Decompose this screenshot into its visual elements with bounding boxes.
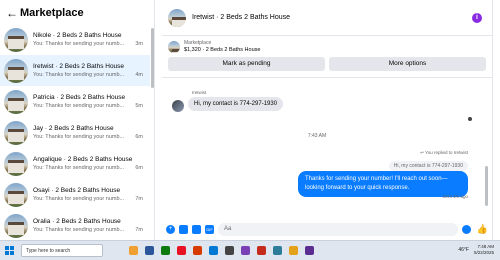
conversation-sidebar: ← Marketplace Nikole · 2 Beds 2 Baths Ho…	[0, 0, 155, 240]
conversation-item[interactable]: Angalique · 2 Beds 2 Baths House You: Th…	[0, 148, 150, 179]
windows-start-icon[interactable]	[5, 246, 14, 255]
conversation-name: Jay · 2 Beds 2 Baths House	[33, 125, 114, 132]
conversation-name: Osayi · 2 Beds 2 Baths House	[33, 187, 121, 194]
incoming-message[interactable]: Hi, my contact is 774-297-1930	[188, 97, 284, 111]
taskbar-app-icon[interactable]	[257, 246, 266, 255]
taskbar-app-icon[interactable]	[241, 246, 250, 255]
conversation-time: 6m	[135, 165, 143, 171]
more-options-button[interactable]: More options	[329, 57, 486, 71]
taskbar-app-icon[interactable]	[289, 246, 298, 255]
reply-label: ↩ You replied to Iretwist	[420, 150, 468, 156]
conversation-time: 4m	[135, 72, 143, 78]
listing-actions: Mark as pending More options	[162, 57, 492, 71]
mark-pending-button[interactable]: Mark as pending	[168, 57, 325, 71]
emoji-icon[interactable]	[461, 224, 471, 234]
message-thread: Iretwist Hi, my contact is 774-297-1930 …	[162, 78, 492, 228]
conversation-item[interactable]: Osayi · 2 Beds 2 Baths House You: Thanks…	[0, 179, 150, 210]
time-separator: 7:43 AM	[307, 133, 327, 139]
conversation-name: Nikole · 2 Beds 2 Baths House	[33, 32, 122, 39]
plus-icon[interactable]: +	[166, 224, 175, 234]
conversation-time: 6m	[135, 134, 143, 140]
listing-price: $1,320 · 2 Beds 2 Baths House	[184, 47, 261, 53]
sticker-icon[interactable]	[192, 224, 201, 234]
listing-category: Marketplace	[184, 40, 212, 46]
taskbar-search[interactable]: Type here to search	[21, 244, 103, 257]
taskbar-app-icon[interactable]	[129, 246, 138, 255]
clock-date: 5/22/2025	[473, 250, 494, 255]
thread-scrollbar[interactable]	[485, 166, 488, 206]
conversation-time: 3m	[135, 41, 143, 47]
sender-avatar[interactable]	[172, 100, 184, 112]
taskbar: Type here to search 46°F 7:48 AM 5/22/20…	[0, 240, 500, 260]
conversation-item[interactable]: Patricia · 2 Beds 2 Baths House You: Tha…	[0, 86, 150, 117]
conversation-preview: You: Thanks for sending your numb...	[33, 165, 125, 171]
conversation-preview: You: Thanks for sending your numb...	[33, 103, 125, 109]
avatar	[4, 213, 28, 238]
conversation-name: Angalique · 2 Beds 2 Baths House	[33, 156, 133, 163]
chat-header: Iretwist · 2 Beds 2 Baths House i	[162, 0, 492, 36]
clock[interactable]: 7:48 AM 5/22/2025	[474, 244, 494, 256]
thumbs-up-icon[interactable]: 👍	[477, 224, 488, 235]
taskbar-app-icon[interactable]	[305, 246, 314, 255]
conversation-preview: You: Thanks for sending your numb...	[33, 72, 125, 78]
sidebar-title: Marketplace	[20, 7, 84, 19]
sent-status: Sent 4m ago	[442, 194, 468, 199]
avatar	[4, 120, 28, 145]
messenger-app: ← Marketplace Nikole · 2 Beds 2 Baths Ho…	[0, 0, 500, 240]
conversation-name: Patricia · 2 Beds 2 Baths House	[33, 94, 126, 101]
taskbar-apps	[129, 246, 314, 255]
conversation-name: Iretwist · 2 Beds 2 Baths House	[33, 63, 125, 70]
sidebar-scrollbar[interactable]	[151, 28, 154, 88]
conversation-item-active[interactable]: Iretwist · 2 Beds 2 Baths House You: Tha…	[0, 55, 150, 86]
avatar	[4, 89, 28, 114]
avatar	[4, 182, 28, 207]
chat-avatar[interactable]	[168, 8, 186, 27]
system-tray: 46°F 7:48 AM 5/22/2025	[458, 244, 494, 256]
conversation-time: 7m	[135, 227, 143, 233]
avatar	[4, 58, 28, 83]
conversation-time: 7m	[135, 196, 143, 202]
conversation-time: 5m	[135, 103, 143, 109]
conversation-list: Nikole · 2 Beds 2 Baths House You: Thank…	[0, 24, 150, 241]
message-composer: + GIF Aa 👍	[162, 218, 492, 240]
taskbar-app-icon[interactable]	[209, 246, 218, 255]
avatar	[4, 27, 28, 52]
conversation-item[interactable]: Nikole · 2 Beds 2 Baths House You: Thank…	[0, 24, 150, 55]
conversation-item[interactable]: Oralia · 2 Beds 2 Baths House You: Thank…	[0, 210, 150, 241]
conversation-preview: You: Thanks for sending your numb...	[33, 227, 125, 233]
sender-label: Iretwist	[192, 90, 207, 95]
chat-panel: Iretwist · 2 Beds 2 Baths House i Market…	[162, 0, 492, 240]
taskbar-app-icon[interactable]	[273, 246, 282, 255]
message-input[interactable]: Aa	[218, 222, 458, 236]
back-arrow-icon[interactable]: ←	[6, 6, 20, 20]
taskbar-app-icon[interactable]	[145, 246, 154, 255]
conversation-preview: You: Thanks for sending your numb...	[33, 41, 125, 47]
conversation-preview: You: Thanks for sending your numb...	[33, 196, 125, 202]
conversation-item[interactable]: Jay · 2 Beds 2 Baths House You: Thanks f…	[0, 117, 150, 148]
sidebar-header: ← Marketplace	[0, 0, 154, 26]
taskbar-app-icon[interactable]	[177, 246, 186, 255]
taskbar-app-icon[interactable]	[193, 246, 202, 255]
right-edge-panel	[492, 0, 500, 240]
conversation-preview: You: Thanks for sending your numb...	[33, 134, 125, 140]
taskbar-app-icon[interactable]	[225, 246, 234, 255]
conversation-name: Oralia · 2 Beds 2 Baths House	[33, 218, 121, 225]
chat-title[interactable]: Iretwist · 2 Beds 2 Baths House	[192, 14, 290, 21]
info-icon[interactable]: i	[472, 13, 482, 23]
avatar	[4, 151, 28, 176]
read-receipt-icon	[468, 117, 472, 121]
listing-thumbnail	[168, 40, 180, 53]
listing-summary[interactable]: Marketplace $1,320 · 2 Beds 2 Baths Hous…	[162, 36, 492, 57]
reply-label-text: You replied to Iretwist	[425, 150, 468, 155]
quoted-message[interactable]: Hi, my contact is 774-297-1930	[388, 161, 468, 171]
weather-temp[interactable]: 46°F	[458, 247, 469, 253]
gif-icon[interactable]: GIF	[205, 224, 214, 234]
taskbar-app-icon[interactable]	[161, 246, 170, 255]
photo-icon[interactable]	[179, 224, 188, 234]
